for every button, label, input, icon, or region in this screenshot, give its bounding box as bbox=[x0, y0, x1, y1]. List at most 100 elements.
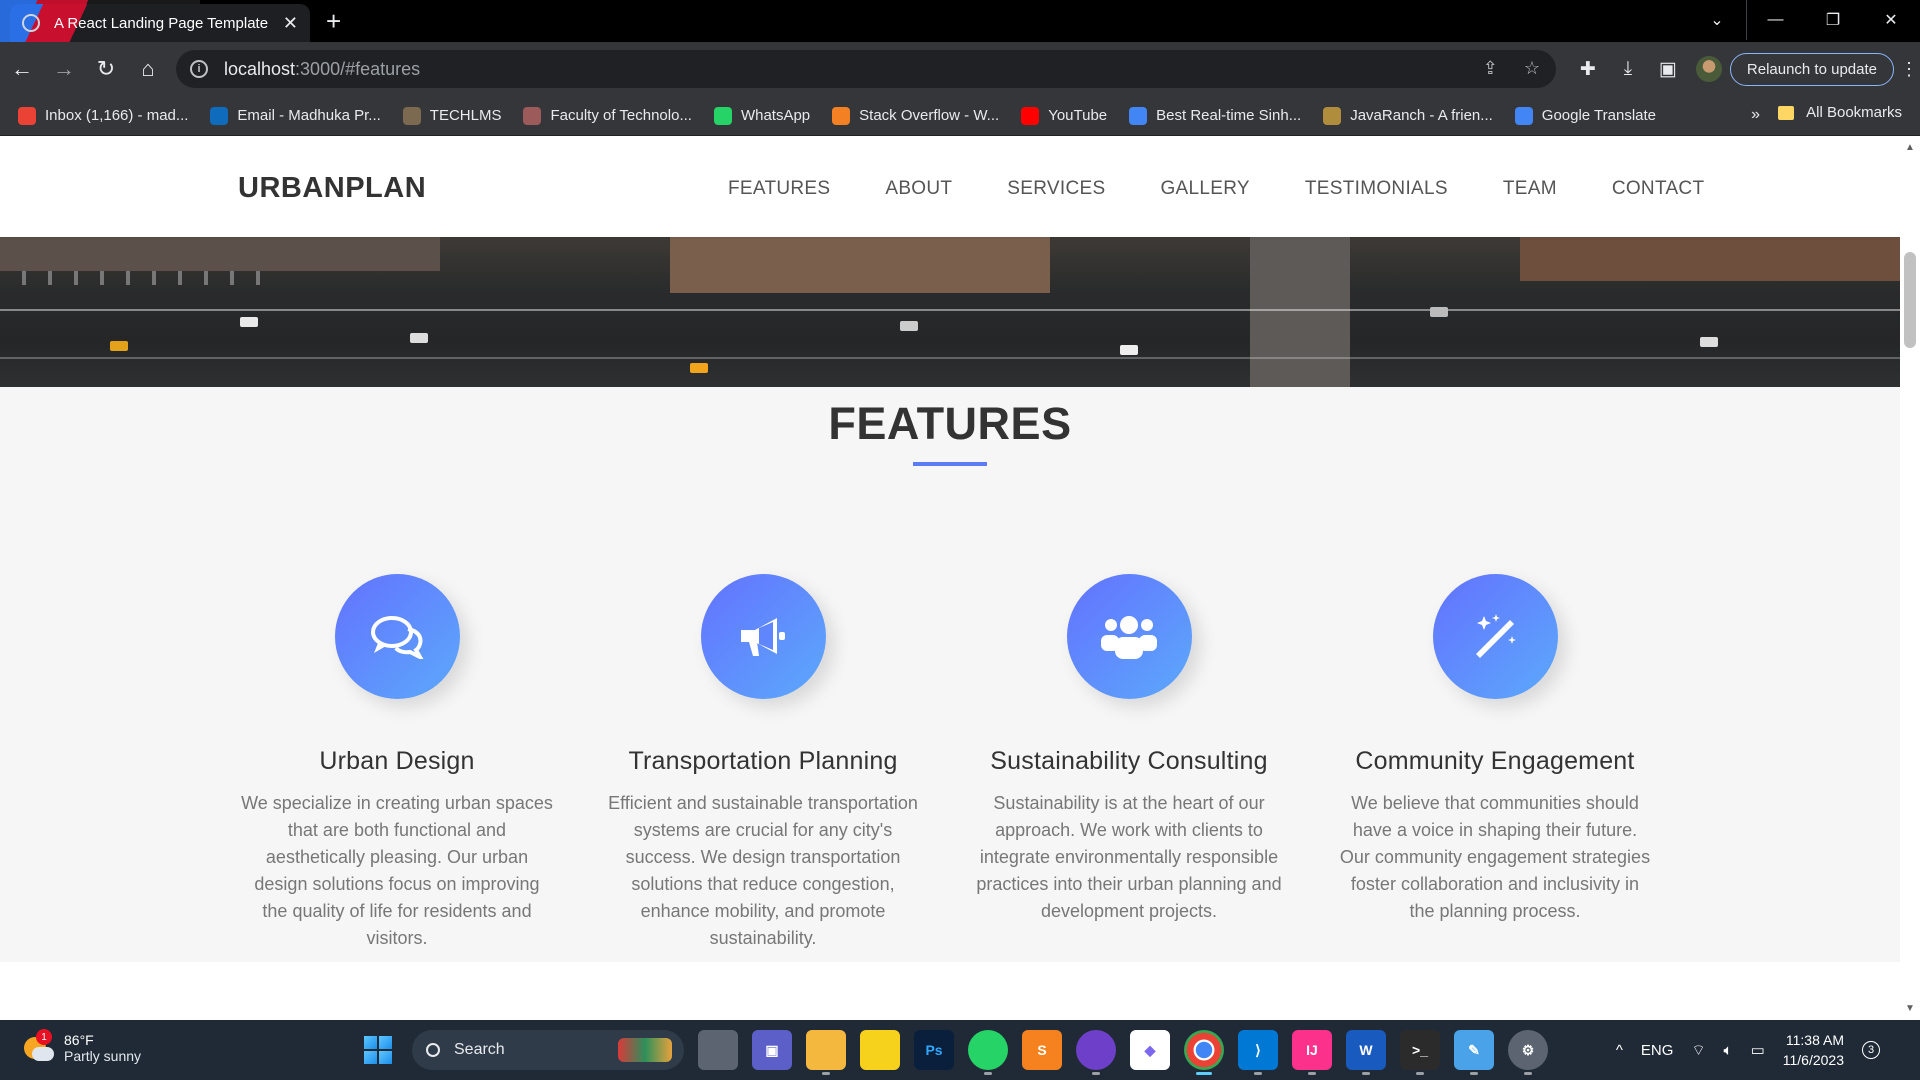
tray-overflow-icon[interactable]: ^ bbox=[1616, 1042, 1623, 1059]
home-icon[interactable]: ⌂ bbox=[128, 49, 168, 89]
back-icon[interactable]: ← bbox=[2, 49, 42, 89]
share-icon[interactable]: ⇪ bbox=[1483, 58, 1498, 79]
tab-search-icon[interactable]: ⌄ bbox=[1688, 0, 1746, 40]
bookmark-item[interactable]: Email - Madhuka Pr... bbox=[210, 106, 381, 125]
scroll-down-icon[interactable]: ▼ bbox=[1905, 1003, 1915, 1014]
task-view-icon[interactable] bbox=[698, 1030, 738, 1070]
restore-icon[interactable]: ❐ bbox=[1804, 0, 1862, 40]
nav-features[interactable]: FEATURES bbox=[728, 178, 830, 200]
nav-team[interactable]: TEAM bbox=[1503, 178, 1557, 200]
language-indicator[interactable]: ENG bbox=[1641, 1042, 1674, 1059]
browser-tab[interactable]: A React Landing Page Template ✕ bbox=[10, 4, 310, 42]
feature-text: Sustainability is at the heart of our ap… bbox=[976, 793, 1282, 921]
bookmark-label: Email - Madhuka Pr... bbox=[237, 107, 381, 124]
taskbar-search[interactable]: Search bbox=[412, 1030, 684, 1070]
bookmark-label: Google Translate bbox=[1541, 107, 1657, 124]
notification-count[interactable]: 3 bbox=[1862, 1041, 1880, 1059]
word-icon[interactable]: W bbox=[1346, 1030, 1386, 1075]
url-path: :3000/#features bbox=[295, 58, 421, 79]
bookmark-item[interactable]: YouTube bbox=[1021, 106, 1107, 125]
whatsapp-icon[interactable] bbox=[968, 1030, 1008, 1075]
site-menu: FEATURES ABOUT SERVICES GALLERY TESTIMON… bbox=[728, 178, 1704, 200]
address-bar[interactable]: i localhost:3000/#features ⇪ ☆ bbox=[176, 50, 1556, 88]
wifi-icon[interactable]: ⌔ bbox=[1691, 1041, 1705, 1060]
feature-card: Transportation Planning Efficient and su… bbox=[598, 574, 928, 952]
forward-icon[interactable]: → bbox=[44, 49, 84, 89]
bookmark-star-icon[interactable]: ☆ bbox=[1524, 58, 1540, 79]
sticky-notes-icon[interactable] bbox=[860, 1030, 900, 1070]
search-icon bbox=[426, 1043, 440, 1057]
new-tab-icon[interactable]: + bbox=[326, 6, 341, 37]
intellij-icon[interactable]: IJ bbox=[1292, 1030, 1332, 1075]
scroll-thumb[interactable] bbox=[1904, 252, 1916, 348]
download-icon[interactable]: ⤓ bbox=[1608, 50, 1648, 88]
page-scrollbar[interactable]: ▲ ▼ bbox=[1900, 136, 1920, 1020]
feature-card: Sustainability Consulting Sustainability… bbox=[964, 574, 1294, 925]
snipping-tool-icon[interactable]: ✎ bbox=[1454, 1030, 1494, 1075]
bookmark-item[interactable]: Best Real-time Sinh... bbox=[1129, 106, 1302, 125]
bookmark-item[interactable]: Faculty of Technolo... bbox=[523, 106, 692, 125]
github-desktop-icon[interactable] bbox=[1076, 1030, 1116, 1075]
bookmark-label: Stack Overflow - W... bbox=[859, 107, 1000, 124]
chat-bubbles-icon bbox=[371, 615, 424, 659]
feature-title: Urban Design bbox=[319, 747, 475, 775]
bookmark-label: Best Real-time Sinh... bbox=[1156, 107, 1302, 124]
bookmark-label: WhatsApp bbox=[740, 107, 811, 124]
nav-gallery[interactable]: GALLERY bbox=[1160, 178, 1249, 200]
feature-icon-circle bbox=[1432, 574, 1558, 699]
file-explorer-icon[interactable] bbox=[806, 1030, 846, 1075]
group-icon bbox=[1101, 615, 1157, 659]
bookmark-label: Inbox (1,166) - mad... bbox=[45, 107, 189, 124]
weather-widget[interactable]: 1 86°F Partly sunny bbox=[22, 1029, 141, 1064]
feature-title: Community Engagement bbox=[1355, 747, 1635, 775]
site-brand[interactable]: URBANPLAN bbox=[238, 172, 426, 205]
chrome-icon[interactable] bbox=[1184, 1030, 1224, 1075]
vscode-icon[interactable]: ⟩ bbox=[1238, 1030, 1278, 1075]
terminal-icon[interactable]: >_ bbox=[1400, 1030, 1440, 1075]
features-heading: FEATURES bbox=[828, 398, 1072, 449]
feature-icon-circle bbox=[1066, 574, 1192, 699]
moodle-icon bbox=[402, 106, 421, 125]
photoshop-icon[interactable]: Ps bbox=[914, 1030, 954, 1070]
reload-icon[interactable]: ↻ bbox=[86, 49, 126, 89]
settings-icon[interactable]: ⚙ bbox=[1508, 1030, 1548, 1075]
stackoverflow-icon bbox=[832, 106, 851, 125]
bookmark-item[interactable]: Google Translate bbox=[1514, 106, 1657, 125]
profile-avatar[interactable] bbox=[1695, 56, 1722, 82]
teams-chat-icon[interactable]: ▣ bbox=[752, 1030, 792, 1070]
bookmark-item[interactable]: TECHLMS bbox=[402, 106, 501, 125]
clock-time: 11:38 AM bbox=[1785, 1032, 1844, 1048]
clock-date: 11/6/2023 bbox=[1782, 1052, 1844, 1068]
site-info-icon[interactable]: i bbox=[190, 60, 208, 78]
sublime-text-icon[interactable]: S bbox=[1022, 1030, 1062, 1070]
feature-title: Transportation Planning bbox=[628, 747, 898, 775]
more-bookmarks-icon[interactable]: » bbox=[1751, 106, 1760, 124]
windows-start-icon[interactable] bbox=[364, 1036, 392, 1064]
battery-icon[interactable]: ▭ bbox=[1751, 1041, 1765, 1059]
extensions-icon[interactable]: ✚ bbox=[1568, 50, 1608, 88]
search-highlight-icon bbox=[618, 1038, 672, 1062]
close-window-icon[interactable]: ✕ bbox=[1862, 0, 1920, 40]
feature-card: Community Engagement We believe that com… bbox=[1330, 574, 1660, 925]
clock[interactable]: 11:38 AM 11/6/2023 bbox=[1783, 1030, 1844, 1070]
bookmark-item[interactable]: Inbox (1,166) - mad... bbox=[18, 106, 189, 125]
bookmark-item[interactable]: WhatsApp bbox=[713, 106, 811, 125]
scroll-up-icon[interactable]: ▲ bbox=[1905, 142, 1915, 153]
tab-close-icon[interactable]: ✕ bbox=[283, 13, 298, 34]
nav-contact[interactable]: CONTACT bbox=[1612, 178, 1705, 200]
nav-testimonials[interactable]: TESTIMONIALS bbox=[1305, 178, 1448, 200]
minimize-icon[interactable]: — bbox=[1746, 0, 1804, 40]
megaphone-icon bbox=[741, 617, 785, 656]
bookmark-item[interactable]: JavaRanch - A frien... bbox=[1323, 106, 1493, 125]
relaunch-button[interactable]: Relaunch to update bbox=[1729, 52, 1894, 86]
clickup-icon[interactable]: ◆ bbox=[1130, 1030, 1170, 1070]
bookmark-item[interactable]: Stack Overflow - W... bbox=[832, 106, 1000, 125]
menu-kebab-icon[interactable]: ⋮ bbox=[1900, 59, 1920, 80]
nav-services[interactable]: SERVICES bbox=[1007, 178, 1105, 200]
url-host: localhost bbox=[224, 58, 296, 79]
volume-icon[interactable]: 🔈︎ bbox=[1724, 1042, 1733, 1059]
all-bookmarks[interactable]: All Bookmarks bbox=[1778, 104, 1902, 121]
side-panel-icon[interactable]: ▣ bbox=[1648, 50, 1688, 88]
nav-about[interactable]: ABOUT bbox=[885, 178, 952, 200]
weather-badge: 1 bbox=[36, 1029, 52, 1045]
